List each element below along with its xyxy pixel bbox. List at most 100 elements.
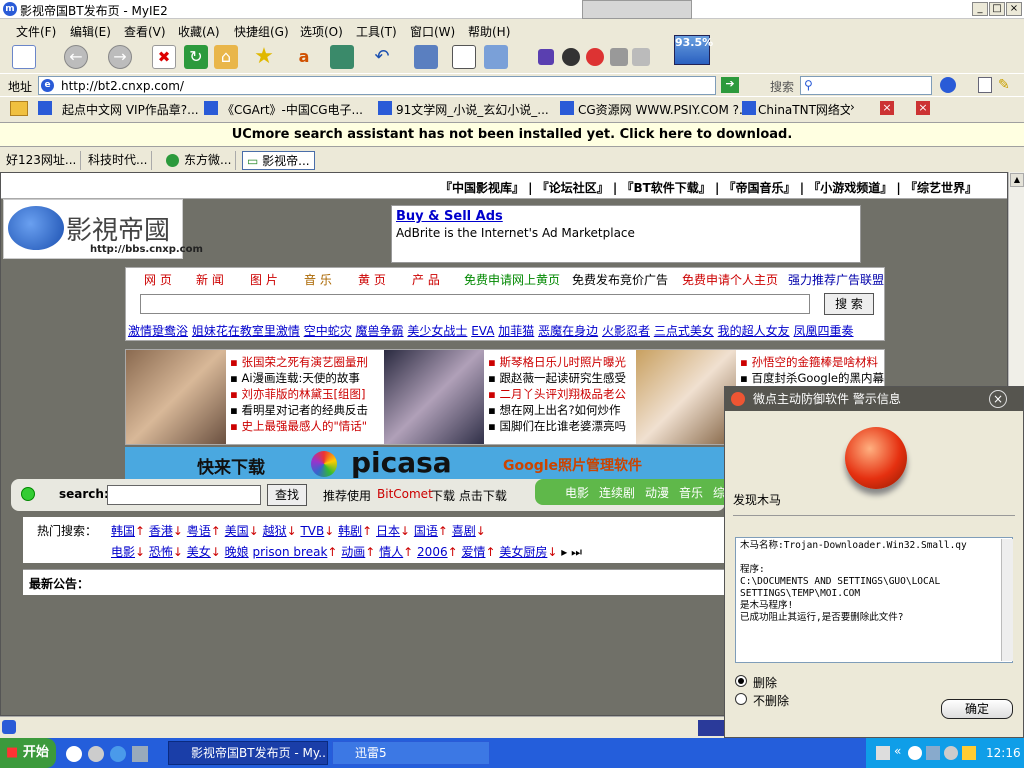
new-page-icon[interactable] bbox=[12, 45, 36, 69]
undo-close-icon[interactable]: ↶ bbox=[370, 45, 394, 69]
hot-tag[interactable]: 恐怖 bbox=[149, 545, 173, 559]
hot-link[interactable]: 恶魔在身边 bbox=[538, 324, 598, 338]
close-button[interactable]: × bbox=[1006, 2, 1022, 16]
network-icon[interactable] bbox=[926, 746, 940, 760]
fav-link-3[interactable]: 91文学网_小说_玄幻小说_... bbox=[396, 101, 549, 118]
news-item[interactable]: ▪ 刘亦菲版的林黛玉[组图] bbox=[230, 386, 368, 402]
task-browser[interactable]: 影视帝国BT发布页 - My... bbox=[168, 741, 328, 765]
bt-search-button[interactable]: 查找 bbox=[267, 484, 307, 506]
menu-window[interactable]: 窗口(W) bbox=[410, 23, 455, 40]
radio-delete[interactable] bbox=[735, 675, 747, 687]
thunder-tray-icon[interactable] bbox=[962, 746, 976, 760]
highlight-icon[interactable] bbox=[978, 77, 992, 93]
top-nav[interactable]: 『中国影视库』 | 『论坛社区』 | 『BT软件下载』 | 『帝国音乐』 | 『… bbox=[440, 179, 977, 196]
quicklaunch-desktop-icon[interactable] bbox=[132, 746, 148, 762]
menu-groups[interactable]: 快捷组(G) bbox=[234, 23, 289, 40]
site-logo[interactable]: 影視帝國 http://bbs.cnxp.com bbox=[3, 199, 203, 259]
hot-tag[interactable]: 爱情 bbox=[461, 545, 485, 559]
bitcomet-suffix[interactable]: 下载 点击下载 bbox=[431, 487, 507, 504]
menu-help[interactable]: 帮助(H) bbox=[468, 23, 510, 40]
scroll-up-icon[interactable]: ▲ bbox=[1010, 173, 1024, 187]
promo-2[interactable]: 免费发布竞价广告 bbox=[572, 271, 668, 288]
news-item[interactable]: ▪ 想在网上出名?如何炒作 bbox=[488, 402, 626, 418]
go-icon[interactable]: ➔ bbox=[721, 77, 739, 93]
task-thunder[interactable]: 迅雷5 bbox=[332, 741, 490, 765]
news-item[interactable]: ▪ 百度封杀Google的黑内幕 bbox=[740, 370, 884, 386]
tab-hao123[interactable]: 好123网址... bbox=[2, 151, 82, 170]
fav-link-1[interactable]: 起点中文网 VIP作品章?... bbox=[62, 101, 199, 118]
channel-images[interactable]: 图 片 bbox=[250, 271, 278, 288]
minimize-button[interactable]: _ bbox=[972, 2, 988, 16]
translate-icon[interactable]: a bbox=[292, 45, 316, 69]
menu-edit[interactable]: 编辑(E) bbox=[70, 23, 111, 40]
security-tray-icon[interactable] bbox=[944, 746, 958, 760]
hot-tag[interactable]: prison break bbox=[253, 545, 328, 559]
quicklaunch-media-icon[interactable] bbox=[88, 746, 104, 762]
frame-icon[interactable] bbox=[538, 49, 554, 65]
bitcomet-link[interactable]: BitComet bbox=[377, 487, 433, 501]
clean-icon[interactable] bbox=[632, 48, 650, 66]
tray-expand-icon[interactable]: « bbox=[894, 744, 901, 758]
hot-link[interactable]: 三点式美女 bbox=[654, 324, 714, 338]
search-input[interactable]: ⚲ bbox=[800, 76, 932, 95]
hot-tag[interactable]: 电影 bbox=[111, 545, 135, 559]
stop-icon[interactable]: ✖ bbox=[152, 45, 176, 69]
portal-search-button[interactable]: 搜 索 bbox=[824, 293, 874, 315]
keyboard-icon[interactable] bbox=[876, 746, 890, 760]
news-photo-3[interactable] bbox=[636, 350, 736, 444]
list-icon[interactable] bbox=[452, 45, 476, 69]
tray-browser-icon[interactable] bbox=[908, 746, 922, 760]
restore-button[interactable]: □ bbox=[989, 2, 1005, 16]
alert-detail-scrollbar[interactable] bbox=[1001, 539, 1013, 661]
back-icon[interactable]: ← bbox=[64, 45, 88, 69]
menu-options[interactable]: 选项(O) bbox=[300, 23, 343, 40]
hot-link[interactable]: 凤凰四重奏 bbox=[794, 324, 854, 338]
hot-tag[interactable]: 越狱 bbox=[263, 524, 287, 538]
fav-more-icon[interactable]: › bbox=[850, 100, 855, 114]
start-button[interactable]: ■ 开始 bbox=[0, 738, 56, 768]
hot-link[interactable]: 姐妹花在教室里激情 bbox=[192, 324, 300, 338]
close-all-icon[interactable]: × bbox=[916, 101, 930, 115]
tab-active[interactable]: ▭ 影视帝... bbox=[242, 151, 315, 170]
hot-tag[interactable]: 韩剧 bbox=[338, 524, 362, 538]
home-icon[interactable]: ⌂ bbox=[214, 45, 238, 69]
channel-products[interactable]: 产 品 bbox=[412, 271, 440, 288]
promo-1[interactable]: 免费申请网上黄页 bbox=[464, 271, 560, 288]
hot-link[interactable]: 我的超人女友 bbox=[718, 324, 790, 338]
search-engine-icon[interactable] bbox=[940, 77, 956, 93]
promo-3[interactable]: 免费申请个人主页 bbox=[682, 271, 778, 288]
tab-eastern[interactable]: 东方微... bbox=[180, 151, 237, 170]
hot-tag[interactable]: 国语 bbox=[414, 524, 438, 538]
address-input[interactable]: e http://bt2.cnxp.com/ bbox=[38, 76, 716, 95]
cat-series[interactable]: 连续剧 bbox=[599, 484, 635, 501]
promo-4[interactable]: 强力推荐广告联盟 bbox=[788, 271, 884, 288]
channel-news[interactable]: 新 闻 bbox=[196, 271, 224, 288]
compass-icon[interactable] bbox=[562, 48, 580, 66]
hot-tag[interactable]: 情人 bbox=[379, 545, 403, 559]
marker-icon[interactable]: ✎ bbox=[998, 77, 1014, 93]
forward-icon[interactable]: → bbox=[108, 45, 132, 69]
news-item[interactable]: ▪ Ai漫画连载:天使的故事 bbox=[230, 370, 368, 386]
hot-tag[interactable]: 香港 bbox=[149, 524, 173, 538]
tile-icon[interactable] bbox=[414, 45, 438, 69]
refresh-icon[interactable]: ↻ bbox=[184, 45, 208, 69]
hot-link[interactable]: 加菲猫 bbox=[498, 324, 534, 338]
hot-tag[interactable]: 喜剧 bbox=[452, 524, 476, 538]
menu-tools[interactable]: 工具(T) bbox=[356, 23, 397, 40]
menu-view[interactable]: 查看(V) bbox=[124, 23, 166, 40]
quicklaunch-browser-icon[interactable] bbox=[66, 746, 82, 762]
hot-tag[interactable]: 美女厨房 bbox=[499, 545, 547, 559]
channel-web[interactable]: 网 页 bbox=[144, 271, 172, 288]
pen-icon[interactable] bbox=[610, 48, 628, 66]
ad-title[interactable]: Buy & Sell Ads bbox=[396, 209, 503, 224]
hot-link[interactable]: 激情跫鸯浴 bbox=[128, 324, 188, 338]
hot-link[interactable]: 火影忍者 bbox=[602, 324, 650, 338]
hot-link[interactable]: 美少女战士 bbox=[407, 324, 467, 338]
ucmore-bar[interactable]: UCmore search assistant has not been ins… bbox=[0, 122, 1024, 147]
channel-yellowpages[interactable]: 黄 页 bbox=[358, 271, 386, 288]
tab-tech[interactable]: 科技时代... bbox=[84, 151, 153, 170]
fav-link-4[interactable]: CG资源网 WWW.PSIY.COM ?... bbox=[578, 101, 750, 118]
hot-tag[interactable]: 动画 bbox=[341, 545, 365, 559]
alert-ok-button[interactable]: 确定 bbox=[941, 699, 1013, 719]
news-item[interactable]: ▪ 孙悟空的金箍棒是啥材料 bbox=[740, 354, 884, 370]
